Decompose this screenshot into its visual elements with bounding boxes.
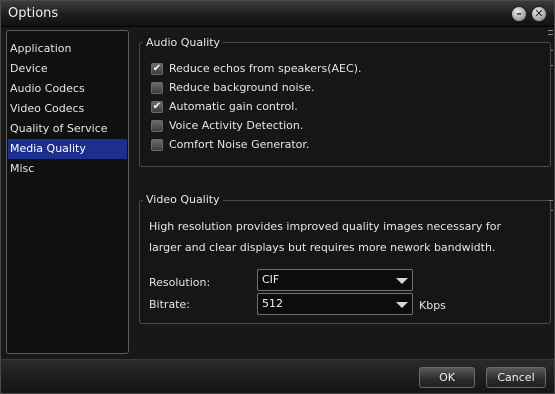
- chevron-down-icon[interactable]: [396, 302, 408, 308]
- sidebar-item-audio-codecs[interactable]: Audio Codecs: [8, 79, 127, 99]
- cng-label: Comfort Noise Generator.: [169, 138, 310, 151]
- chevron-down-icon[interactable]: [396, 278, 408, 284]
- cng-checkbox[interactable]: [151, 138, 163, 151]
- cng-option[interactable]: Comfort Noise Generator.: [151, 137, 309, 152]
- noise-reduction-option[interactable]: Reduce background noise.: [151, 80, 315, 95]
- gain-control-label: Automatic gain control.: [169, 100, 298, 113]
- video-description-line-1: High resolution provides improved qualit…: [149, 220, 501, 233]
- sidebar-item-video-codecs[interactable]: Video Codecs: [8, 99, 127, 119]
- vad-label: Voice Activity Detection.: [169, 119, 304, 132]
- aec-label: Reduce echos from speakers(AEC).: [169, 62, 362, 75]
- vad-checkbox[interactable]: [151, 119, 163, 132]
- bitrate-unit: Kbps: [419, 299, 446, 312]
- close-icon[interactable]: ✕: [531, 6, 547, 22]
- window-title: Options: [8, 6, 59, 21]
- video-description-line-2: larger and clear displays but requires m…: [149, 241, 496, 254]
- aec-checkbox[interactable]: ✔: [151, 62, 163, 75]
- resolution-value: CIF: [262, 273, 280, 286]
- aec-option[interactable]: ✔ Reduce echos from speakers(AEC).: [151, 61, 361, 76]
- title-bar[interactable]: Options – ✕: [1, 1, 554, 27]
- resolution-label: Resolution:: [149, 276, 211, 289]
- scrollbar-tick: [548, 30, 553, 31]
- sidebar-item-media-quality[interactable]: Media Quality: [8, 139, 127, 159]
- sidebar-item-misc[interactable]: Misc: [8, 159, 127, 179]
- noise-reduction-label: Reduce background noise.: [169, 81, 315, 94]
- audio-quality-title: Audio Quality: [143, 36, 224, 49]
- options-dialog: Options – ✕ Application Device Audio Cod…: [0, 0, 555, 394]
- gain-control-checkbox[interactable]: ✔: [151, 100, 163, 113]
- bitrate-value: 512: [262, 297, 283, 310]
- sidebar-item-application[interactable]: Application: [8, 39, 127, 59]
- bitrate-label: Bitrate:: [149, 298, 190, 311]
- noise-reduction-checkbox[interactable]: [151, 81, 163, 94]
- minimize-icon[interactable]: –: [511, 6, 527, 22]
- scrollbar-tick: [548, 34, 553, 35]
- sidebar-item-quality-of-service[interactable]: Quality of Service: [8, 119, 127, 139]
- gain-control-option[interactable]: ✔ Automatic gain control.: [151, 99, 298, 114]
- ok-button[interactable]: OK: [419, 367, 475, 388]
- video-quality-title: Video Quality: [143, 193, 223, 206]
- sidebar-item-device[interactable]: Device: [8, 59, 127, 79]
- bitrate-select[interactable]: 512: [257, 293, 413, 315]
- vad-option[interactable]: Voice Activity Detection.: [151, 118, 303, 133]
- category-list[interactable]: Application Device Audio Codecs Video Co…: [6, 30, 129, 354]
- resolution-select[interactable]: CIF: [257, 269, 413, 291]
- cancel-button[interactable]: Cancel: [486, 367, 546, 388]
